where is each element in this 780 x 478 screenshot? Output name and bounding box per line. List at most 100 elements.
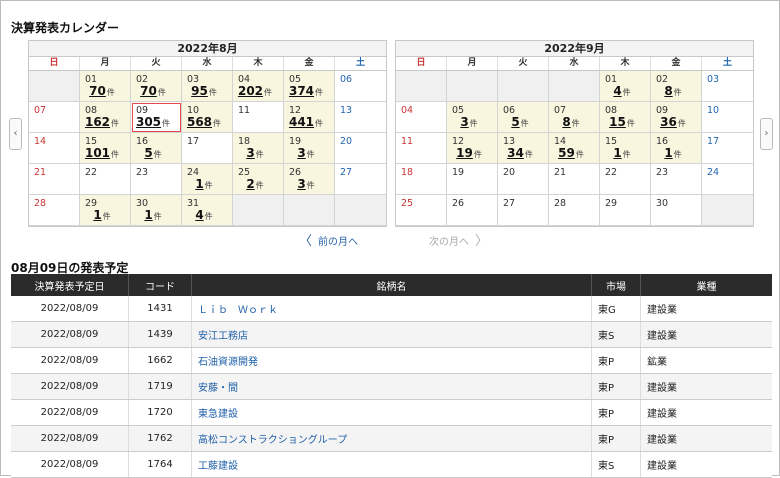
announcement-count[interactable]: 3件 bbox=[284, 146, 328, 160]
calendar-day-cell[interactable]: 31 4件 bbox=[182, 195, 233, 226]
announcement-count[interactable]: 4件 bbox=[182, 208, 226, 222]
calendar-day-cell[interactable]: 19 3件 bbox=[284, 133, 335, 164]
calendar-day-cell[interactable]: 08 162件 bbox=[80, 102, 131, 133]
announcement-count[interactable]: 1件 bbox=[600, 146, 644, 160]
count-value[interactable]: 70 bbox=[140, 84, 157, 98]
announcement-count[interactable]: 3件 bbox=[233, 146, 277, 160]
announcement-count[interactable]: 8件 bbox=[651, 84, 695, 98]
announcement-count[interactable]: 8件 bbox=[549, 115, 593, 129]
company-link[interactable]: 安藤・間 bbox=[198, 383, 238, 394]
calendar-day-cell[interactable]: 09 36件 bbox=[651, 102, 702, 133]
calendar-day-cell[interactable]: 18 3件 bbox=[233, 133, 284, 164]
count-value[interactable]: 1 bbox=[93, 208, 101, 222]
calendar-day-cell[interactable]: 12 19件 bbox=[447, 133, 498, 164]
count-value[interactable]: 5 bbox=[144, 146, 152, 160]
count-value[interactable]: 95 bbox=[191, 84, 208, 98]
announcement-count[interactable]: 1件 bbox=[80, 208, 124, 222]
count-value[interactable]: 19 bbox=[456, 146, 473, 160]
announcement-count[interactable]: 36件 bbox=[651, 115, 695, 129]
calendar-day-cell[interactable]: 10 568件 bbox=[182, 102, 233, 133]
announcement-count[interactable]: 2件 bbox=[233, 177, 277, 191]
count-value[interactable]: 568 bbox=[187, 115, 212, 129]
announcement-count[interactable]: 59件 bbox=[549, 146, 593, 160]
count-value[interactable]: 59 bbox=[558, 146, 575, 160]
announcement-count[interactable]: 1件 bbox=[182, 177, 226, 191]
calendar-day-cell[interactable]: 14 59件 bbox=[549, 133, 600, 164]
count-value[interactable]: 4 bbox=[195, 208, 203, 222]
count-value[interactable]: 15 bbox=[609, 115, 626, 129]
announcement-count[interactable]: 19件 bbox=[447, 146, 491, 160]
count-value[interactable]: 1 bbox=[144, 208, 152, 222]
calendar-day-cell[interactable]: 05 3件 bbox=[447, 102, 498, 133]
count-value[interactable]: 36 bbox=[660, 115, 677, 129]
calendar-day-cell[interactable]: 01 70件 bbox=[80, 71, 131, 102]
calendar-day-cell[interactable]: 09 305件 bbox=[131, 102, 182, 133]
count-value[interactable]: 3 bbox=[297, 146, 305, 160]
prev-month-link[interactable]: 〈前の月へ bbox=[299, 230, 358, 249]
count-value[interactable]: 70 bbox=[89, 84, 106, 98]
count-value[interactable]: 1 bbox=[195, 177, 203, 191]
announcement-count[interactable]: 4件 bbox=[600, 84, 644, 98]
calendar-day-cell[interactable]: 26 3件 bbox=[284, 164, 335, 195]
count-value[interactable]: 305 bbox=[136, 115, 161, 129]
calendar-day-cell[interactable]: 24 1件 bbox=[182, 164, 233, 195]
calendar-day-cell[interactable]: 16 1件 bbox=[651, 133, 702, 164]
calendar-day-cell[interactable]: 15 1件 bbox=[600, 133, 651, 164]
prev-month-side-button[interactable]: ‹ bbox=[9, 118, 22, 150]
count-value[interactable]: 374 bbox=[289, 84, 314, 98]
company-link[interactable]: Ｌｉｂ Ｗｏｒｋ bbox=[198, 305, 278, 316]
company-link[interactable]: 安江工務店 bbox=[198, 331, 248, 342]
calendar-day-cell[interactable]: 29 1件 bbox=[80, 195, 131, 226]
announcement-count[interactable]: 1件 bbox=[651, 146, 695, 160]
announcement-count[interactable]: 5件 bbox=[131, 146, 175, 160]
announcement-count[interactable]: 15件 bbox=[600, 115, 644, 129]
calendar-day-cell[interactable]: 12 441件 bbox=[284, 102, 335, 133]
count-value[interactable]: 8 bbox=[562, 115, 570, 129]
company-link[interactable]: 東急建設 bbox=[198, 409, 238, 420]
calendar-day-cell[interactable]: 02 8件 bbox=[651, 71, 702, 102]
announcement-count[interactable]: 441件 bbox=[284, 115, 328, 129]
count-value[interactable]: 1 bbox=[613, 146, 621, 160]
calendar-day-cell[interactable]: 03 95件 bbox=[182, 71, 233, 102]
company-link[interactable]: 高松コンストラクショングループ bbox=[198, 435, 347, 446]
count-value[interactable]: 3 bbox=[460, 115, 468, 129]
calendar-day-cell[interactable]: 05 374件 bbox=[284, 71, 335, 102]
count-value[interactable]: 2 bbox=[246, 177, 254, 191]
announcement-count[interactable]: 202件 bbox=[233, 84, 277, 98]
announcement-count[interactable]: 34件 bbox=[498, 146, 542, 160]
announcement-count[interactable]: 70件 bbox=[131, 84, 175, 98]
calendar-day-cell[interactable]: 07 8件 bbox=[549, 102, 600, 133]
announcement-count[interactable]: 3件 bbox=[447, 115, 491, 129]
calendar-day-cell[interactable]: 25 2件 bbox=[233, 164, 284, 195]
announcement-count[interactable]: 70件 bbox=[80, 84, 124, 98]
count-value[interactable]: 4 bbox=[613, 84, 621, 98]
calendar-day-cell[interactable]: 02 70件 bbox=[131, 71, 182, 102]
calendar-day-cell[interactable]: 30 1件 bbox=[131, 195, 182, 226]
announcement-count[interactable]: 374件 bbox=[284, 84, 328, 98]
announcement-count[interactable]: 95件 bbox=[182, 84, 226, 98]
announcement-count[interactable]: 1件 bbox=[131, 208, 175, 222]
calendar-day-cell[interactable]: 04 202件 bbox=[233, 71, 284, 102]
count-value[interactable]: 3 bbox=[297, 177, 305, 191]
count-value[interactable]: 441 bbox=[289, 115, 314, 129]
count-value[interactable]: 162 bbox=[85, 115, 110, 129]
company-link[interactable]: 工藤建設 bbox=[198, 461, 238, 472]
calendar-day-cell[interactable]: 08 15件 bbox=[600, 102, 651, 133]
calendar-day-cell[interactable]: 01 4件 bbox=[600, 71, 651, 102]
count-value[interactable]: 202 bbox=[238, 84, 263, 98]
count-value[interactable]: 34 bbox=[507, 146, 524, 160]
count-value[interactable]: 5 bbox=[511, 115, 519, 129]
count-value[interactable]: 3 bbox=[246, 146, 254, 160]
announcement-count[interactable]: 101件 bbox=[80, 146, 124, 160]
calendar-day-cell[interactable]: 06 5件 bbox=[498, 102, 549, 133]
announcement-count[interactable]: 5件 bbox=[498, 115, 542, 129]
announcement-count[interactable]: 568件 bbox=[182, 115, 226, 129]
company-link[interactable]: 石油資源開発 bbox=[198, 357, 258, 368]
count-value[interactable]: 101 bbox=[85, 146, 110, 160]
announcement-count[interactable]: 3件 bbox=[284, 177, 328, 191]
next-month-side-button[interactable]: › bbox=[760, 118, 773, 150]
count-value[interactable]: 1 bbox=[664, 146, 672, 160]
calendar-day-cell[interactable]: 15 101件 bbox=[80, 133, 131, 164]
count-value[interactable]: 8 bbox=[664, 84, 672, 98]
calendar-day-cell[interactable]: 13 34件 bbox=[498, 133, 549, 164]
